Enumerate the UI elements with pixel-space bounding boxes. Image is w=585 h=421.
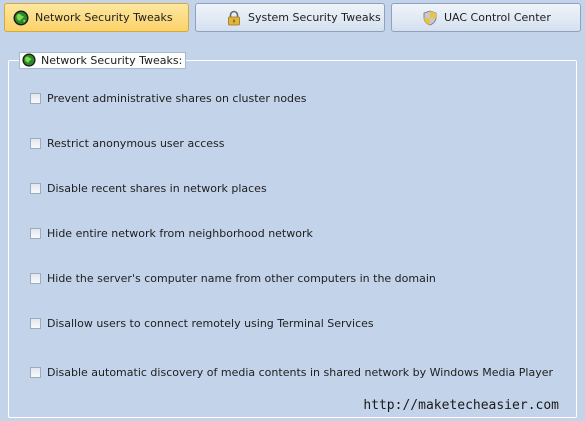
option-prevent-admin-shares[interactable]: Prevent administrative shares on cluster… bbox=[30, 92, 307, 105]
groupbox-title-label: Network Security Tweaks: bbox=[41, 54, 183, 67]
option-label: Disable automatic discovery of media con… bbox=[47, 366, 553, 379]
option-disable-media-discovery[interactable]: Disable automatic discovery of media con… bbox=[30, 366, 553, 379]
padlock-icon bbox=[226, 10, 242, 26]
option-disallow-terminal-services[interactable]: Disallow users to connect remotely using… bbox=[30, 317, 374, 330]
option-disable-recent-shares[interactable]: Disable recent shares in network places bbox=[30, 182, 267, 195]
checkbox[interactable] bbox=[30, 367, 41, 378]
option-label: Disable recent shares in network places bbox=[47, 182, 267, 195]
tab-uac-control-center[interactable]: UAC Control Center bbox=[391, 3, 581, 32]
watermark-url: http://maketecheasier.com bbox=[363, 398, 559, 413]
shield-icon bbox=[422, 10, 438, 26]
option-label: Disallow users to connect remotely using… bbox=[47, 317, 374, 330]
option-label: Restrict anonymous user access bbox=[47, 137, 225, 150]
tab-label: System Security Tweaks bbox=[248, 11, 381, 24]
checkbox[interactable] bbox=[30, 93, 41, 104]
checkbox[interactable] bbox=[30, 138, 41, 149]
checkbox[interactable] bbox=[30, 228, 41, 239]
checkbox[interactable] bbox=[30, 318, 41, 329]
option-label: Prevent administrative shares on cluster… bbox=[47, 92, 307, 105]
option-label: Hide entire network from neighborhood ne… bbox=[47, 227, 313, 240]
checkbox[interactable] bbox=[30, 183, 41, 194]
option-label: Hide the server's computer name from oth… bbox=[47, 272, 436, 285]
groupbox-title: Network Security Tweaks: bbox=[19, 52, 187, 69]
option-restrict-anonymous-access[interactable]: Restrict anonymous user access bbox=[30, 137, 225, 150]
tab-bar: Network Security Tweaks System Security … bbox=[0, 0, 585, 38]
tab-label: Network Security Tweaks bbox=[35, 11, 173, 24]
option-hide-server-name[interactable]: Hide the server's computer name from oth… bbox=[30, 272, 436, 285]
globe-icon bbox=[13, 10, 29, 26]
tab-label: UAC Control Center bbox=[444, 11, 551, 24]
tab-system-security-tweaks[interactable]: System Security Tweaks bbox=[195, 3, 385, 32]
tab-network-security-tweaks[interactable]: Network Security Tweaks bbox=[4, 3, 189, 32]
option-hide-entire-network[interactable]: Hide entire network from neighborhood ne… bbox=[30, 227, 313, 240]
checkbox[interactable] bbox=[30, 273, 41, 284]
globe-icon bbox=[22, 52, 38, 69]
